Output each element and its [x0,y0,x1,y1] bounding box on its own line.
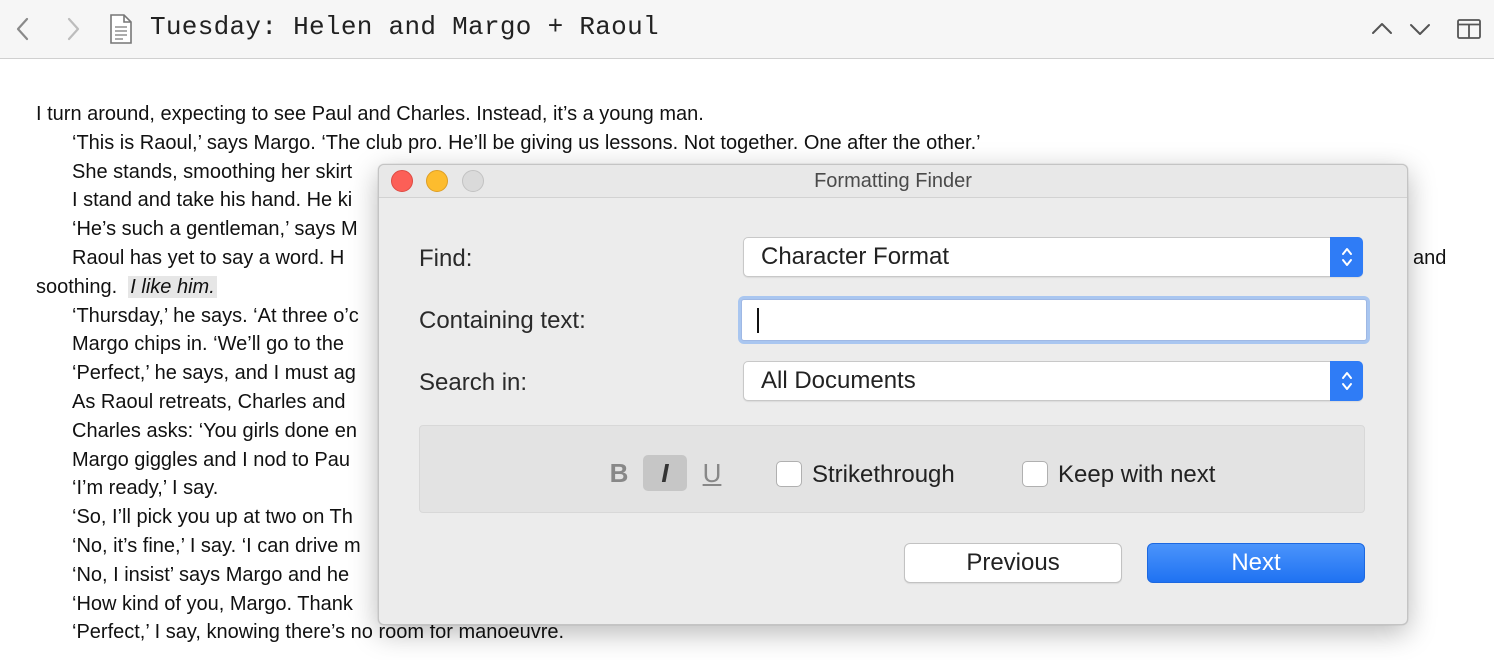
chevron-up-icon [1372,23,1392,34]
next-document-button[interactable] [1407,16,1433,42]
previous-button[interactable]: Previous [904,543,1122,583]
search-in-popup-value: All Documents [761,367,916,394]
document-icon [108,13,134,45]
paragraph-raoul-end: and [1413,246,1447,269]
containing-text-input[interactable] [741,299,1367,341]
soothing-text: soothing. [36,275,118,298]
paragraph-raoul-start: Raoul has yet to say a word. H [72,246,345,269]
keep-with-next-checkbox[interactable] [1022,461,1048,487]
popup-arrows-icon [1330,237,1363,277]
paragraph: ‘This is Raoul,’ says Margo. ‘The club p… [72,131,981,154]
chevron-down-icon [1410,24,1430,35]
bold-toggle[interactable]: B [597,455,641,491]
chevron-right-icon [67,17,80,41]
document-header: Tuesday: Helen and Margo + Raoul [0,0,1494,59]
strikethrough-checkbox[interactable] [776,461,802,487]
split-view-icon [1457,19,1481,39]
split-view-button[interactable] [1456,16,1482,42]
dialog-titlebar[interactable]: Formatting Finder [379,165,1407,198]
underline-toggle[interactable]: U [690,455,734,491]
search-in-label: Search in: [419,369,528,396]
keep-with-next-label: Keep with next [1058,461,1216,488]
back-button[interactable] [10,14,36,44]
previous-document-button[interactable] [1369,16,1395,42]
document-title: Tuesday: Helen and Margo + Raoul [150,12,659,42]
find-label: Find: [419,245,473,272]
dialog-title: Formatting Finder [814,170,972,192]
format-options-panel: B I U Strikethrough Keep with next [419,425,1365,513]
next-button[interactable]: Next [1147,543,1365,583]
italic-toggle[interactable]: I [643,455,687,491]
paragraph: I turn around, expecting to see Paul and… [36,103,704,125]
text-caret [757,308,759,333]
forward-button[interactable] [60,14,86,44]
find-popup[interactable]: Character Format [743,237,1363,277]
chevron-left-icon [16,17,29,41]
find-popup-value: Character Format [761,243,950,270]
search-in-popup[interactable]: All Documents [743,361,1363,401]
formatting-finder-dialog: Formatting Finder Find: Character Format… [378,164,1408,625]
popup-arrows-icon [1330,361,1363,401]
containing-text-label: Containing text: [419,307,586,334]
strikethrough-label: Strikethrough [812,461,955,488]
highlighted-italic-text: I like him. [128,275,217,298]
